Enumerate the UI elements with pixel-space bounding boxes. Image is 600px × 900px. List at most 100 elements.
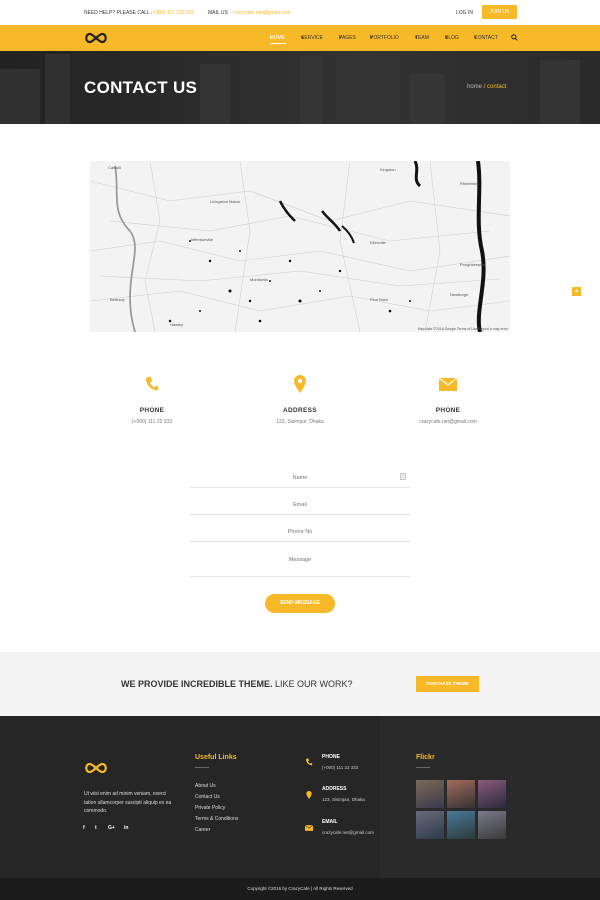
message-field-wrap bbox=[190, 547, 410, 577]
footer-contact-value: (+000) 111 22 333 bbox=[322, 765, 359, 770]
send-message-button[interactable]: SEND MESSAGE bbox=[265, 594, 335, 613]
site-footer: Ut wisi enim ad minim veniam, exerci tat… bbox=[0, 716, 600, 900]
svg-text:Livingston Manor: Livingston Manor bbox=[210, 199, 241, 204]
skyline-decoration bbox=[200, 64, 230, 124]
top-phone-link[interactable]: (+000) 111 222 333 bbox=[151, 10, 194, 16]
nav-item-pages[interactable]: PAGES ▾ bbox=[339, 35, 356, 41]
flickr-title: Flickr bbox=[416, 754, 435, 761]
footer-link-contact[interactable]: Contact Us bbox=[195, 794, 220, 800]
info-title: ADDRESS bbox=[283, 407, 317, 414]
phone-icon bbox=[146, 377, 159, 391]
email-input[interactable] bbox=[190, 494, 410, 516]
info-title: PHONE bbox=[139, 407, 165, 414]
flickr-thumbnail[interactable] bbox=[447, 811, 475, 839]
purchase-theme-button[interactable]: PURCHASE THEME bbox=[416, 676, 479, 692]
promo-bold-text: WE PROVIDE INCREDIBLE THEME. bbox=[121, 679, 273, 689]
nav-item-contact[interactable]: CONTACT ▾ bbox=[474, 35, 498, 41]
svg-text:Monticello: Monticello bbox=[250, 277, 269, 282]
svg-text:Pine Bush: Pine Bush bbox=[370, 297, 388, 302]
help-text: NEED HELP? PLEASE CALL bbox=[84, 10, 150, 16]
flickr-thumbnail[interactable] bbox=[478, 811, 506, 839]
svg-text:Kingston: Kingston bbox=[380, 167, 396, 172]
infinity-logo-icon[interactable] bbox=[84, 761, 108, 775]
info-value: (+000) 111 22 333 bbox=[131, 419, 173, 425]
join-button[interactable]: JOIN US bbox=[482, 5, 517, 19]
infinity-logo-icon[interactable] bbox=[84, 31, 108, 45]
info-address: ADDRESS 123, Sisimpur, Dhaka bbox=[230, 373, 370, 425]
page-title: CONTACT US bbox=[84, 78, 198, 97]
map-attribution: Map data ©2016 Google Terms of Use Repor… bbox=[417, 327, 508, 331]
skyline-decoration bbox=[300, 56, 322, 124]
useful-links-title: Useful Links bbox=[195, 754, 237, 761]
name-field-wrap bbox=[190, 466, 410, 489]
promo-banner: WE PROVIDE INCREDIBLE THEME. LIKE OUR WO… bbox=[0, 652, 600, 716]
skyline-decoration bbox=[0, 69, 40, 124]
contact-form bbox=[190, 466, 410, 582]
copyright-text: Copyright ©2016 by CrazyCafe | All Right… bbox=[247, 886, 353, 891]
twitter-icon[interactable]: t bbox=[95, 825, 97, 831]
breadcrumb: home / contact bbox=[467, 84, 506, 90]
map-canvas[interactable]: Catskill Livingston Manor Kingston Rhinebe… bbox=[90, 161, 510, 332]
facebook-icon[interactable]: f bbox=[83, 825, 85, 831]
skyline-decoration bbox=[45, 54, 70, 124]
skyline-decoration bbox=[410, 74, 445, 124]
flickr-thumbnail[interactable] bbox=[478, 780, 506, 808]
page-header: CONTACT US home / contact bbox=[0, 51, 600, 124]
nav-item-home[interactable]: HOME ▾ bbox=[270, 35, 285, 41]
info-email: PHONE crazycafe.net@gmail.com bbox=[378, 373, 518, 425]
svg-text:Bethany: Bethany bbox=[110, 297, 125, 302]
info-value: crazycafe.net@gmail.com bbox=[419, 419, 477, 425]
top-bar: NEED HELP? PLEASE CALL (+000) 111 222 33… bbox=[0, 0, 600, 25]
copyright-bar: Copyright ©2016 by CrazyCafe | All Right… bbox=[0, 878, 600, 900]
top-mail-link[interactable]: crazycafe.net@gmail.com bbox=[233, 10, 291, 16]
footer-link-terms[interactable]: Terms & Conditions bbox=[195, 816, 238, 822]
login-link[interactable]: LOG IN bbox=[456, 10, 473, 16]
title-divider bbox=[416, 767, 430, 768]
footer-contact-value: crazycafe.net@gmail.com bbox=[322, 830, 374, 835]
name-input[interactable] bbox=[190, 467, 410, 489]
envelope-icon bbox=[305, 824, 313, 831]
phone-input[interactable] bbox=[190, 521, 410, 543]
svg-text:Ellenville: Ellenville bbox=[370, 240, 387, 245]
message-input[interactable] bbox=[190, 547, 410, 576]
footer-description: Ut wisi enim ad minim veniam, exerci tat… bbox=[84, 791, 172, 814]
promo-text: WE PROVIDE INCREDIBLE THEME. LIKE OUR WO… bbox=[121, 679, 353, 689]
google-map[interactable]: Catskill Livingston Manor Kingston Rhinebe… bbox=[90, 161, 510, 332]
nav-item-portfolio[interactable]: PORTFOLIO ▾ bbox=[370, 35, 399, 41]
footer-background-decoration bbox=[380, 716, 600, 900]
linkedin-icon[interactable]: in bbox=[124, 825, 128, 831]
google-plus-icon[interactable]: G+ bbox=[108, 825, 115, 831]
scroll-top-button[interactable]: ▲ bbox=[572, 287, 581, 296]
email-field-wrap bbox=[190, 493, 410, 516]
nav-item-team[interactable]: TEAM ▾ bbox=[415, 35, 429, 41]
breadcrumb-current: / contact bbox=[483, 84, 507, 90]
phone-icon bbox=[306, 758, 313, 766]
envelope-icon bbox=[439, 377, 457, 391]
promo-light-text: LIKE OUR WORK? bbox=[275, 679, 353, 689]
info-phone: PHONE (+000) 111 22 333 bbox=[82, 373, 222, 425]
mail-label: MAIL US bbox=[208, 10, 228, 16]
svg-text:Newburgh: Newburgh bbox=[450, 292, 468, 297]
svg-text:Hawley: Hawley bbox=[170, 322, 183, 327]
info-value: 123, Sisimpur, Dhaka bbox=[276, 419, 324, 425]
footer-link-career[interactable]: Career bbox=[195, 827, 210, 833]
phone-field-wrap bbox=[190, 520, 410, 543]
svg-text:Catskill: Catskill bbox=[108, 165, 121, 170]
footer-contact-label: EMAIL bbox=[322, 819, 338, 825]
flickr-thumbnail[interactable] bbox=[447, 780, 475, 808]
footer-link-privacy[interactable]: Private Policy bbox=[195, 805, 225, 811]
nav-item-service[interactable]: SERVICE ▾ bbox=[301, 35, 323, 41]
flickr-thumbnail[interactable] bbox=[416, 811, 444, 839]
breadcrumb-home[interactable]: home bbox=[467, 84, 482, 90]
footer-link-about[interactable]: About Us bbox=[195, 783, 216, 789]
flickr-thumbnail[interactable] bbox=[416, 780, 444, 808]
nav-item-blog[interactable]: BLOG ▾ bbox=[445, 35, 459, 41]
map-pin-icon bbox=[294, 375, 306, 393]
footer-contact-label: PHONE bbox=[322, 754, 340, 760]
title-divider bbox=[195, 767, 209, 768]
contact-card-icon bbox=[400, 473, 406, 480]
map-pin-icon bbox=[306, 791, 312, 799]
info-title: PHONE bbox=[435, 407, 461, 414]
search-icon[interactable] bbox=[511, 34, 518, 41]
svg-text:Rhinebeck: Rhinebeck bbox=[460, 181, 479, 186]
